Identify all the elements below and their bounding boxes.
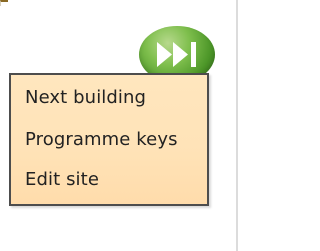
window-edge [0,0,8,6]
menu-item-programme-keys[interactable]: Programme keys [25,124,178,156]
menu-item-next-building[interactable]: Next building [25,82,146,114]
menu-item-edit-site[interactable]: Edit site [25,164,99,196]
context-menu: Next building Programme keys Edit site [9,73,209,206]
window-divider [236,0,238,251]
